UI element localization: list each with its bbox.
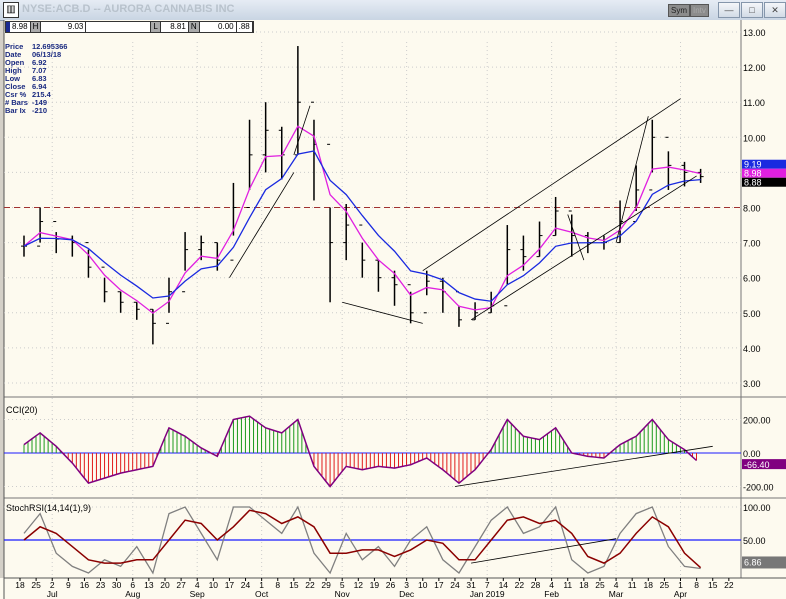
window-title: NYSE:ACB.D -- AURORA CANNABIS INC bbox=[22, 3, 235, 15]
date-tick-label: 25 bbox=[31, 580, 41, 590]
minimize-icon[interactable]: — bbox=[718, 2, 740, 18]
date-tick-label: 25 bbox=[660, 580, 670, 590]
maximize-icon[interactable]: □ bbox=[741, 2, 763, 18]
price-tick-label: 11.00 bbox=[743, 98, 765, 108]
info-label: Bar Ix bbox=[5, 106, 26, 115]
cci-tick-label: -200.00 bbox=[743, 483, 774, 493]
price-tick-label: 13.00 bbox=[743, 28, 766, 38]
sym-button[interactable]: Sym bbox=[668, 4, 690, 17]
date-tick-label: 10 bbox=[418, 580, 428, 590]
price-tick-label: 8.00 bbox=[743, 204, 761, 214]
info-row: Bar Ix -210 bbox=[5, 107, 67, 115]
date-tick-label: 15 bbox=[708, 580, 718, 590]
date-tick-label: 10 bbox=[209, 580, 219, 590]
quote-strip: 8.98 H 9.03 L 8.81 N 0.00 .88 bbox=[5, 21, 254, 33]
date-tick-label: 18 bbox=[579, 580, 589, 590]
info-value: -210 bbox=[32, 106, 48, 115]
date-tick-label: 30 bbox=[112, 580, 122, 590]
date-tick-label: 23 bbox=[96, 580, 106, 590]
high-value: 9.03 bbox=[41, 22, 87, 32]
date-tick-label: 26 bbox=[386, 580, 396, 590]
date-tick-label: 15 bbox=[289, 580, 299, 590]
date-tick-label: 13 bbox=[144, 580, 154, 590]
price-tick-label: 10.00 bbox=[743, 133, 766, 143]
chart-app-icon: ▥ bbox=[3, 2, 19, 18]
plot-background bbox=[4, 20, 741, 578]
month-label: Sep bbox=[190, 589, 205, 599]
date-tick-label: 18 bbox=[644, 580, 654, 590]
price-tick-label: 6.00 bbox=[743, 274, 761, 284]
date-tick-label: 22 bbox=[305, 580, 315, 590]
month-label: Jul bbox=[47, 589, 58, 599]
net-label: N bbox=[188, 22, 200, 32]
date-tick-label: 17 bbox=[225, 580, 235, 590]
title-bar: ▥ NYSE:ACB.D -- AURORA CANNABIS INC Sym … bbox=[0, 0, 786, 21]
date-tick-label: 25 bbox=[595, 580, 605, 590]
cci-tick-label: 200.00 bbox=[743, 416, 771, 426]
extra-value: .88 bbox=[237, 22, 253, 32]
month-label: Mar bbox=[609, 589, 624, 599]
date-tick-label: 22 bbox=[724, 580, 734, 590]
stock-chart[interactable]: 13.0012.0011.0010.009.008.007.006.005.00… bbox=[0, 20, 786, 599]
price-tick-label: 3.00 bbox=[743, 379, 761, 389]
net-value: 0.00 bbox=[200, 22, 237, 32]
cci-title: CCI(20) bbox=[6, 405, 38, 415]
month-label: Nov bbox=[335, 589, 351, 599]
month-label: Jan 2019 bbox=[470, 589, 505, 599]
date-tick-label: 22 bbox=[515, 580, 525, 590]
date-tick-label: 24 bbox=[450, 580, 460, 590]
last-value: 8.98 bbox=[6, 22, 31, 32]
date-tick-label: 17 bbox=[434, 580, 444, 590]
date-tick-label: 11 bbox=[563, 580, 572, 590]
date-tick-label: 20 bbox=[160, 580, 170, 590]
date-tick-label: 16 bbox=[80, 580, 90, 590]
date-tick-label: 19 bbox=[370, 580, 380, 590]
month-label: Apr bbox=[674, 589, 687, 599]
date-tick-label: 28 bbox=[531, 580, 541, 590]
price-tick-label: 4.00 bbox=[743, 344, 761, 354]
month-label: Feb bbox=[544, 589, 559, 599]
date-tick-label: 24 bbox=[241, 580, 251, 590]
date-tick-label: 11 bbox=[628, 580, 637, 590]
stoch-last-label: 6.86 bbox=[744, 557, 762, 567]
info-panel: Price 12.695366 Date 06/13/18 Open 6.92 Hig… bbox=[5, 43, 67, 115]
price-tick-label: 7.00 bbox=[743, 239, 761, 249]
high-label: H bbox=[30, 22, 42, 32]
date-tick-label: 9 bbox=[66, 580, 71, 590]
close-icon[interactable]: ✕ bbox=[764, 2, 786, 18]
month-label: Aug bbox=[125, 589, 140, 599]
blank-field bbox=[86, 22, 152, 32]
date-tick-label: 27 bbox=[176, 580, 186, 590]
intv-button[interactable]: Intv bbox=[690, 4, 709, 17]
price-tick-label: 12.00 bbox=[743, 63, 766, 73]
stoch-tick-label: 100.00 bbox=[743, 503, 771, 513]
date-tick-label: 8 bbox=[275, 580, 280, 590]
low-value: 8.81 bbox=[161, 22, 189, 32]
last-value-label: 8.88 bbox=[744, 178, 762, 188]
low-label: L bbox=[151, 22, 161, 32]
date-tick-label: 12 bbox=[354, 580, 364, 590]
date-tick-label: 18 bbox=[15, 580, 25, 590]
cci-last-label: -66.40 bbox=[744, 460, 770, 470]
date-tick-label: 8 bbox=[694, 580, 699, 590]
cci-tick-label: 0.00 bbox=[743, 449, 761, 459]
price-tick-label: 5.00 bbox=[743, 309, 761, 319]
stochrsi-title: StochRSI(14,14(1),9) bbox=[6, 503, 91, 513]
month-label: Oct bbox=[255, 589, 269, 599]
stoch-tick-label: 50.00 bbox=[743, 536, 766, 546]
month-label: Dec bbox=[399, 589, 415, 599]
date-tick-label: 29 bbox=[321, 580, 331, 590]
